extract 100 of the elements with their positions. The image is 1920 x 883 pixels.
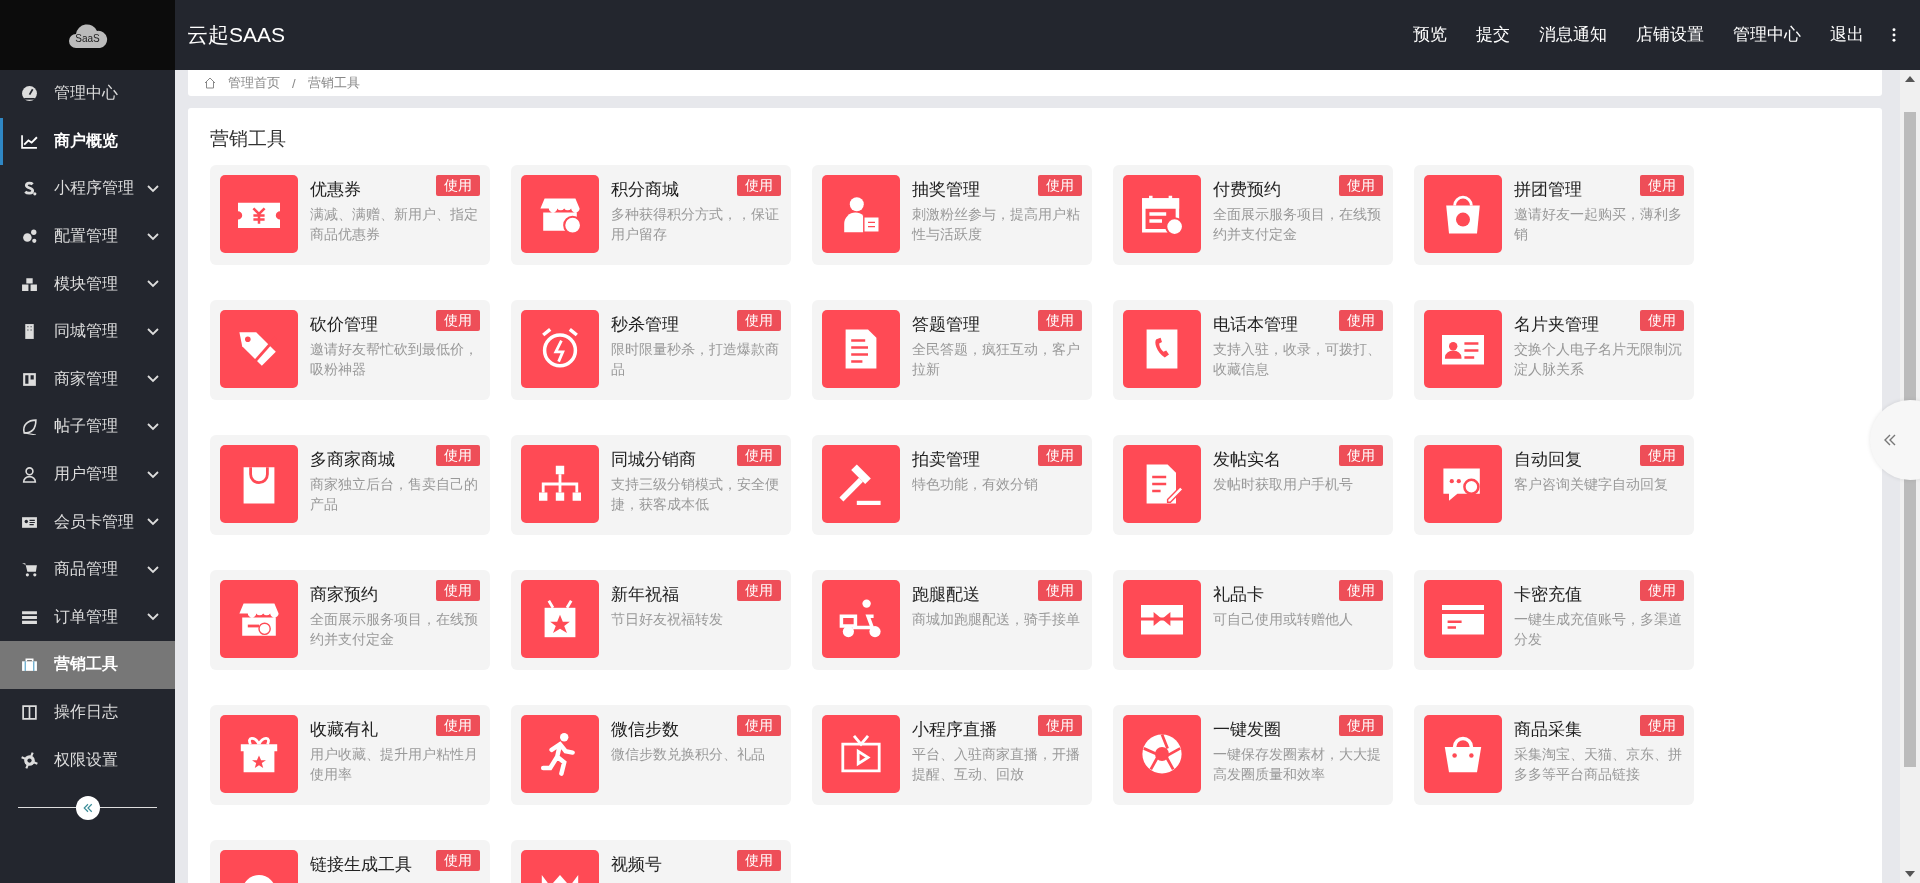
tool-description: 商家独立后台，售卖自己的产品 (310, 476, 479, 514)
use-button[interactable]: 使用 (737, 715, 781, 736)
use-button[interactable]: 使用 (737, 580, 781, 601)
use-button[interactable]: 使用 (1640, 445, 1684, 466)
tool-description: 多种获得积分方式，，保证用户留存 (611, 206, 780, 244)
use-button[interactable]: 使用 (1038, 175, 1082, 196)
gavel-icon (822, 445, 900, 523)
use-button[interactable]: 使用 (737, 850, 781, 871)
running-person-icon (521, 715, 599, 793)
gauge-icon (21, 85, 38, 103)
home-icon (204, 77, 216, 89)
sidebar-item[interactable]: 小程序管理 (0, 165, 175, 213)
person-icon (21, 466, 38, 484)
arrow-up-icon[interactable] (1905, 76, 1915, 82)
sidebar-item[interactable]: 同城管理 (0, 307, 175, 356)
tool-description: 邀请好友一起购买，薄利多销 (1514, 206, 1683, 244)
use-button[interactable]: 使用 (1339, 175, 1383, 196)
tool-description: 满减、满赠、新用户、指定商品优惠券 (310, 206, 479, 244)
sidebar-item[interactable]: 订单管理 (0, 593, 175, 642)
app-title: 云起SAAS (187, 22, 287, 48)
sidebar-item[interactable]: 模块管理 (0, 260, 175, 308)
sidebar-item[interactable]: 营销工具 (0, 641, 175, 689)
sidebar-item[interactable]: 用户管理 (0, 450, 175, 499)
ticket-icon (220, 175, 298, 253)
use-button[interactable]: 使用 (436, 850, 480, 871)
credit-card-icon (1424, 580, 1502, 658)
tool-title: 收藏有礼 (310, 719, 378, 741)
tool-title: 礼品卡 (1213, 584, 1264, 606)
tool-title: 发帖实名 (1213, 449, 1281, 471)
tool-description: 发帖时获取用户手机号 (1213, 476, 1354, 494)
chevron-down-icon (147, 518, 159, 527)
tool-description: 支持入驻，收录，可拨打、收藏信息 (1213, 341, 1382, 379)
gear-icon (21, 751, 38, 769)
shopping-bag-icon (1424, 175, 1502, 253)
nav-link[interactable]: 退出 (1830, 24, 1864, 46)
cubes-icon (21, 275, 38, 293)
tool-description: 用户收藏、提升用户粘性月使用率 (310, 746, 479, 784)
tool-title: 积分商城 (611, 179, 679, 201)
tool-description: 特色功能，有效分销 (912, 476, 1039, 494)
tool-title: 自动回复 (1514, 449, 1582, 471)
nav-link[interactable]: 预览 (1413, 24, 1447, 46)
sidebar-item[interactable]: 商户概览 (0, 117, 175, 166)
use-button[interactable]: 使用 (1339, 445, 1383, 466)
sidebar-item[interactable]: 配置管理 (0, 212, 175, 261)
delivery-scooter-icon (822, 580, 900, 658)
tool-description: 刺激粉丝参与，提高用户粘性与活跃度 (912, 206, 1081, 244)
shopping-bag-icon (220, 445, 298, 523)
tool-description: 节日好友祝福转发 (611, 611, 724, 629)
tool-description: 邀请好友帮忙砍到最低价，吸粉神器 (310, 341, 479, 379)
chat-bubble-icon (1424, 445, 1502, 523)
use-button[interactable]: 使用 (436, 580, 480, 601)
sidebar-item[interactable]: 商家管理 (0, 355, 175, 404)
scrollbar[interactable] (1900, 70, 1920, 883)
use-button[interactable]: 使用 (1339, 715, 1383, 736)
use-button[interactable]: 使用 (737, 445, 781, 466)
use-button[interactable]: 使用 (1038, 310, 1082, 331)
nav-link[interactable]: 提交 (1476, 24, 1510, 46)
use-button[interactable]: 使用 (436, 175, 480, 196)
use-button[interactable]: 使用 (1640, 175, 1684, 196)
nav-link[interactable]: 店铺设置 (1636, 24, 1704, 46)
nav-link[interactable]: 消息通知 (1539, 24, 1607, 46)
use-button[interactable]: 使用 (436, 715, 480, 736)
use-button[interactable]: 使用 (436, 445, 480, 466)
cart-icon (21, 561, 38, 579)
use-button[interactable]: 使用 (1640, 715, 1684, 736)
arrow-down-icon[interactable] (1905, 871, 1915, 877)
tool-title: 多商家商城 (310, 449, 395, 471)
sidebar-item[interactable]: 帖子管理 (0, 403, 175, 451)
tv-play-icon (822, 715, 900, 793)
collapse-button[interactable] (75, 795, 100, 820)
sidebar-item[interactable]: 操作日志 (0, 688, 175, 737)
tool-description: 微信步数兑换积分、礼品 (611, 746, 766, 764)
use-button[interactable]: 使用 (1339, 310, 1383, 331)
tool-description: 商城加跑腿配送，骑手接单 (912, 611, 1081, 629)
use-button[interactable]: 使用 (737, 310, 781, 331)
tool-title: 一键发圈 (1213, 719, 1281, 741)
use-button[interactable]: 使用 (1038, 580, 1082, 601)
tool-title: 链接生成工具 (310, 854, 412, 876)
use-button[interactable]: 使用 (1038, 715, 1082, 736)
sidebar-item[interactable]: 管理中心 (0, 70, 175, 118)
breadcrumb-link[interactable]: 管理首页 (228, 74, 280, 92)
chevron-down-icon (147, 470, 159, 479)
hierarchy-icon (521, 445, 599, 523)
use-button[interactable]: 使用 (737, 175, 781, 196)
sidebar-item[interactable]: 权限设置 (0, 736, 175, 784)
use-button[interactable]: 使用 (1038, 445, 1082, 466)
use-button[interactable]: 使用 (1339, 580, 1383, 601)
tool-title: 抽奖管理 (912, 179, 980, 201)
sidebar-item[interactable]: 会员卡管理 (0, 498, 175, 546)
use-button[interactable]: 使用 (1640, 310, 1684, 331)
tool-title: 拼团管理 (1514, 179, 1582, 201)
use-button[interactable]: 使用 (436, 310, 480, 331)
aperture-icon (1123, 715, 1201, 793)
nav-link[interactable]: 管理中心 (1733, 24, 1801, 46)
more-icon[interactable] (1892, 28, 1896, 42)
document-list-icon (822, 310, 900, 388)
sidebar-item[interactable]: 商品管理 (0, 545, 175, 594)
ribbon-card-icon (1123, 580, 1201, 658)
breadcrumb-link[interactable]: 营销工具 (307, 74, 360, 92)
use-button[interactable]: 使用 (1640, 580, 1684, 601)
